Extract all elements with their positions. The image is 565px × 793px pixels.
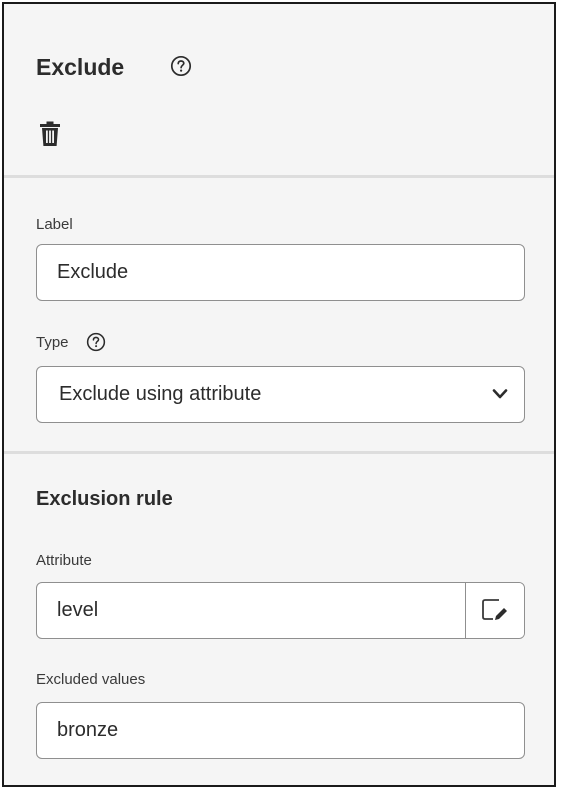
excluded-values-field-label: Excluded values — [36, 671, 146, 688]
edit-attribute-icon — [482, 598, 507, 620]
label-input[interactable]: Exclude — [36, 244, 525, 301]
trash-icon[interactable] — [38, 121, 62, 147]
type-dropdown-value: Exclude using attribute — [59, 383, 262, 405]
properties-panel: Exclude Label Exclude Type Exclude using… — [2, 2, 556, 787]
chevron-down-icon — [492, 388, 508, 400]
excluded-values-input-value: bronze — [57, 719, 119, 741]
label-field-label: Label — [36, 216, 73, 233]
edit-attribute-button[interactable] — [465, 583, 524, 638]
type-dropdown[interactable]: Exclude using attribute — [36, 366, 525, 423]
exclusion-rule-heading: Exclusion rule — [36, 488, 173, 510]
panel-title: Exclude — [36, 54, 125, 80]
type-help-icon[interactable] — [86, 332, 106, 352]
attribute-field-label: Attribute — [36, 552, 92, 569]
section-divider — [4, 451, 554, 454]
help-icon[interactable] — [170, 55, 192, 77]
panel-header: Exclude — [4, 4, 554, 176]
section-divider — [4, 175, 554, 178]
label-input-value: Exclude — [57, 261, 129, 283]
excluded-values-input[interactable]: bronze — [36, 702, 525, 759]
attribute-input-value: level — [57, 599, 99, 621]
attribute-input[interactable]: level — [36, 582, 525, 639]
type-field-label: Type — [36, 334, 69, 351]
